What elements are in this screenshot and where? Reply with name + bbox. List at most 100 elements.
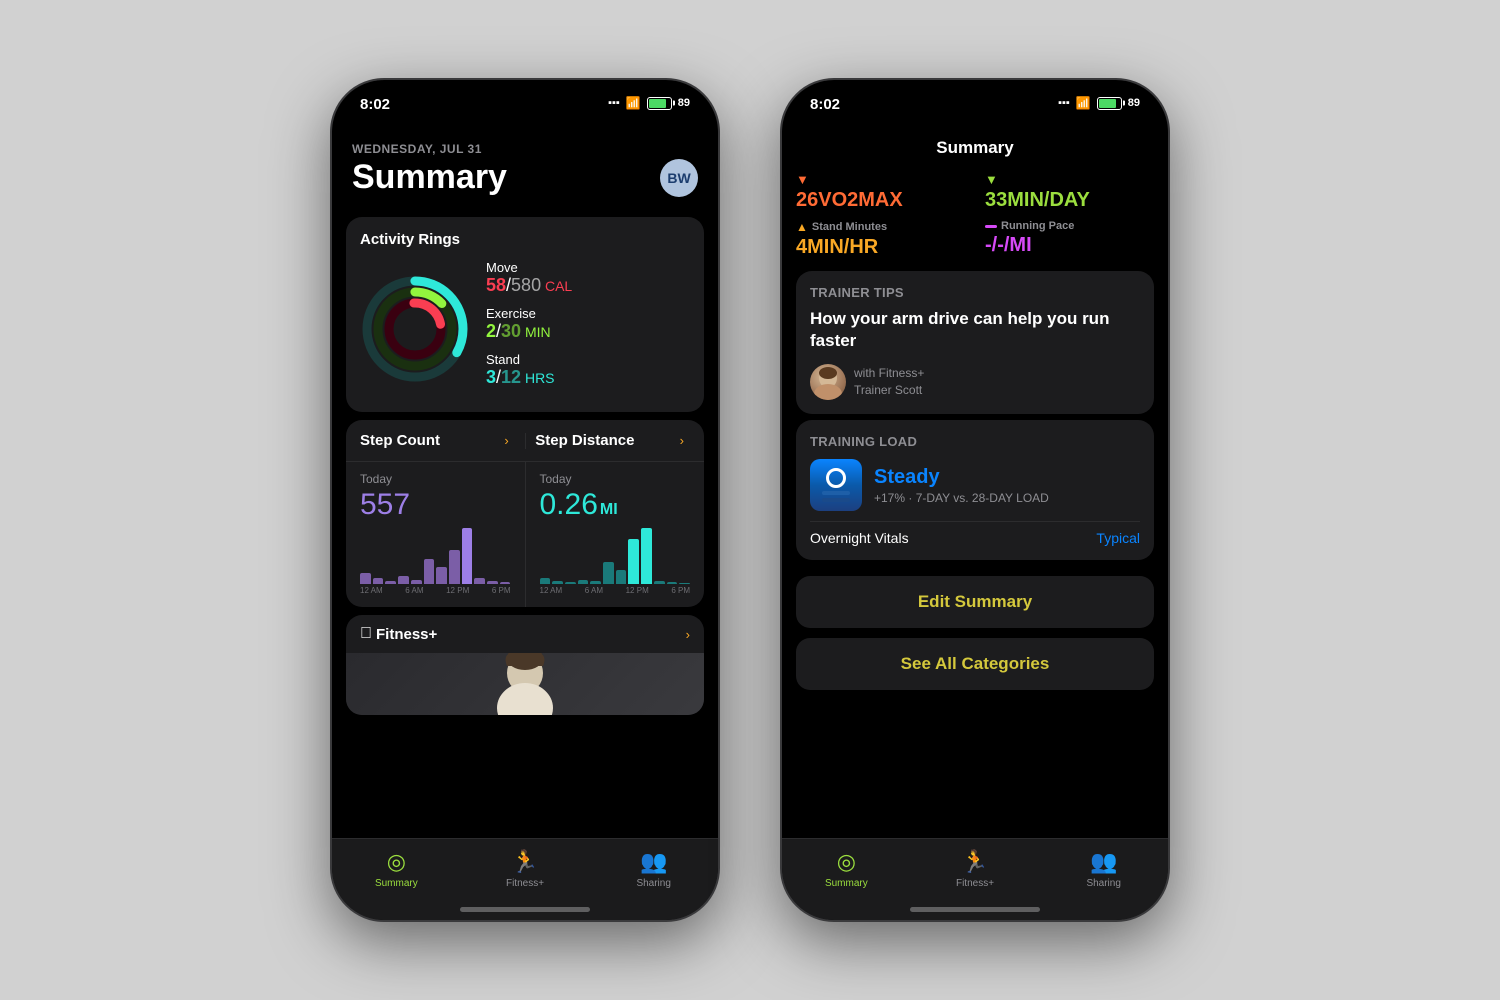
fitness-tab-icon-2: 🏃 bbox=[961, 849, 988, 875]
trainer-name: Trainer Scott bbox=[854, 382, 924, 399]
running-pace-text: Running Pace bbox=[1001, 220, 1074, 232]
trainer-avatar-image bbox=[810, 364, 846, 400]
wifi-icon-2: 📶 bbox=[1076, 96, 1091, 110]
load-circle-icon bbox=[826, 468, 846, 488]
see-all-categories-button[interactable]: See All Categories bbox=[796, 638, 1154, 690]
tab-summary-2[interactable]: ◎ Summary bbox=[782, 849, 911, 889]
move-metric: Move 58/580 CAL bbox=[486, 260, 690, 296]
tab-fitness-label-2: Fitness+ bbox=[956, 878, 994, 889]
phone-2: 8:02 ▪▪▪ 📶 89 Summary bbox=[780, 78, 1170, 922]
min-day-label-row: ▼ bbox=[985, 172, 1154, 187]
p2-header: Summary bbox=[782, 134, 1168, 166]
fitness-tab-icon-1: 🏃 bbox=[511, 849, 538, 875]
metrics-row-2: ▲ Stand Minutes 4MIN/HR Running Pace -/-… bbox=[782, 218, 1168, 265]
exercise-label: Exercise bbox=[486, 306, 690, 321]
edit-summary-button[interactable]: Edit Summary bbox=[796, 576, 1154, 628]
training-load-card[interactable]: Training Load Steady +17% · 7-DAY vs. 28… bbox=[796, 420, 1154, 560]
step-chart-label-12pm: 12 PM bbox=[446, 586, 469, 595]
p1-title: Summary bbox=[352, 158, 507, 197]
p1-date: WEDNESDAY, JUL 31 bbox=[352, 142, 698, 156]
running-pace-value: -/-/MI bbox=[985, 234, 1154, 257]
stand-min-value: 4MIN/HR bbox=[796, 236, 965, 259]
step-count-tab[interactable]: Step Count bbox=[360, 432, 504, 449]
step-distance-col: Today 0.26 MI bbox=[526, 462, 705, 607]
step-count-chart bbox=[360, 524, 511, 584]
fitness-brand: Fitness+ bbox=[376, 626, 437, 643]
training-load-content: Steady +17% · 7-DAY vs. 28-DAY LOAD bbox=[810, 459, 1140, 511]
activity-card-title: Activity Rings bbox=[360, 231, 690, 248]
running-pace-icon bbox=[985, 225, 997, 228]
tab-fitness-label-1: Fitness+ bbox=[506, 878, 544, 889]
fitness-image bbox=[346, 653, 704, 715]
stand-value: 3/12 HRS bbox=[486, 367, 690, 388]
metrics-list: Move 58/580 CAL Exercise 2/30 MIN bbox=[486, 260, 690, 398]
load-text: Steady +17% · 7-DAY vs. 28-DAY LOAD bbox=[874, 466, 1140, 505]
trainer-profile: with Fitness+ Trainer Scott bbox=[810, 364, 1140, 400]
trainer-tips-card[interactable]: Trainer Tips How your arm drive can help… bbox=[796, 271, 1154, 414]
step-distance-arrow: › bbox=[680, 433, 684, 448]
status-icons-2: ▪▪▪ 📶 89 bbox=[1058, 96, 1140, 110]
battery-fill-1 bbox=[649, 99, 666, 108]
step-distance-value: 0.26 bbox=[540, 488, 598, 522]
step-count-value: 557 bbox=[360, 488, 511, 522]
overnight-row[interactable]: Overnight Vitals Typical bbox=[810, 521, 1140, 546]
tab-summary-1[interactable]: ◎ Summary bbox=[332, 849, 461, 889]
stand-unit: HRS bbox=[521, 370, 554, 386]
apple-logo-icon:  bbox=[360, 625, 372, 643]
wifi-icon-1: 📶 bbox=[626, 96, 641, 110]
signal-icon-1: ▪▪▪ bbox=[608, 97, 620, 109]
overnight-value: Typical bbox=[1096, 530, 1140, 546]
load-icon bbox=[810, 459, 862, 511]
activity-rings: › bbox=[360, 274, 470, 384]
move-unit: CAL bbox=[541, 278, 572, 294]
stand-metric: Stand 3/12 HRS bbox=[486, 352, 690, 388]
tab-fitness-1[interactable]: 🏃 Fitness+ bbox=[461, 849, 590, 889]
stand-min-label: ▲ Stand Minutes bbox=[796, 220, 965, 234]
phone-1-content: WEDNESDAY, JUL 31 Summary BW Activity Ri… bbox=[332, 134, 718, 920]
dynamic-island-1 bbox=[465, 94, 585, 128]
load-bar-1 bbox=[822, 491, 850, 495]
phone-2-screen: 8:02 ▪▪▪ 📶 89 Summary bbox=[782, 80, 1168, 920]
fitness-title:  Fitness+ bbox=[360, 625, 437, 643]
battery-pct-1: 89 bbox=[678, 97, 690, 109]
exercise-value: 2/30 MIN bbox=[486, 321, 690, 342]
step-distance-tab[interactable]: Step Distance bbox=[535, 432, 679, 449]
tab-sharing-1[interactable]: 👥 Sharing bbox=[589, 849, 718, 889]
trainer-tip-text: How your arm drive can help you run fast… bbox=[810, 308, 1140, 352]
home-indicator-2 bbox=[910, 907, 1040, 912]
vo2max-label: ▼ bbox=[796, 172, 965, 187]
fitness-section[interactable]:  Fitness+ › bbox=[346, 615, 704, 715]
training-load-title: Training Load bbox=[810, 434, 1140, 449]
rings-svg: › bbox=[360, 274, 470, 384]
summary-tab-icon-1: ◎ bbox=[387, 849, 406, 875]
fitness-person-image bbox=[465, 653, 585, 715]
step-distance-chart bbox=[540, 524, 691, 584]
load-bar-2 bbox=[822, 498, 850, 502]
tab-sharing-2[interactable]: 👥 Sharing bbox=[1039, 849, 1168, 889]
overnight-label: Overnight Vitals bbox=[810, 530, 909, 546]
tab-fitness-2[interactable]: 🏃 Fitness+ bbox=[911, 849, 1040, 889]
dynamic-island-2 bbox=[915, 94, 1035, 128]
step-count-arrow: › bbox=[504, 433, 508, 448]
p2-title: Summary bbox=[802, 138, 1148, 158]
steps-header: Step Count › Step Distance › bbox=[346, 420, 704, 462]
summary-tab-icon-2: ◎ bbox=[837, 849, 856, 875]
move-goal: 580 bbox=[511, 275, 541, 295]
tab-bar-2: ◎ Summary 🏃 Fitness+ 👥 Sharing bbox=[782, 838, 1168, 920]
battery-fill-2 bbox=[1099, 99, 1116, 108]
battery-icon-2 bbox=[1097, 97, 1122, 110]
home-indicator-1 bbox=[460, 907, 590, 912]
avatar-badge[interactable]: BW bbox=[660, 159, 698, 197]
min-day-col: ▼ 33MIN/DAY bbox=[985, 172, 1154, 212]
step-distance-today: Today bbox=[540, 472, 691, 486]
steps-body: Today 557 bbox=[346, 462, 704, 607]
phone-1: 8:02 ▪▪▪ 📶 89 WEDNESDAY, JUL 31 Summary bbox=[330, 78, 720, 922]
stand-goal: 12 bbox=[501, 367, 521, 387]
min-day-value: 33MIN/DAY bbox=[985, 189, 1154, 212]
stand-label: Stand bbox=[486, 352, 690, 367]
svg-text:›: › bbox=[428, 300, 431, 310]
trainer-info: with Fitness+ Trainer Scott bbox=[854, 365, 924, 399]
vo2max-value: 26VO2MAX bbox=[796, 189, 965, 212]
load-status: Steady bbox=[874, 466, 1140, 489]
exercise-unit: MIN bbox=[521, 324, 551, 340]
